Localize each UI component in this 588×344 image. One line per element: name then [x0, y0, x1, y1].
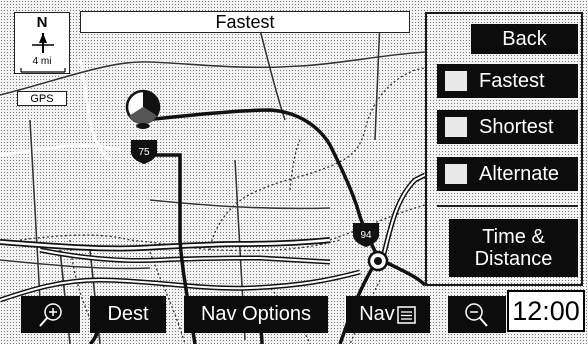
- zoom-out-button[interactable]: [448, 296, 506, 333]
- nav-options-label: Nav Options: [200, 303, 312, 325]
- nav-options-button[interactable]: Nav Options: [184, 296, 328, 333]
- back-button[interactable]: Back: [471, 24, 578, 54]
- svg-text:94: 94: [360, 230, 372, 241]
- time-distance-line2: Distance: [474, 248, 553, 270]
- vehicle-position-icon: [125, 89, 161, 129]
- zoom-in-button[interactable]: [21, 296, 80, 333]
- checkbox-shortest[interactable]: [445, 117, 467, 137]
- route-option-label: Shortest: [479, 115, 554, 138]
- route-option-alternate[interactable]: Alternate: [437, 157, 578, 191]
- svg-text:75: 75: [138, 147, 150, 158]
- dest-button[interactable]: Dest: [90, 296, 166, 333]
- dest-label: Dest: [107, 303, 149, 325]
- shield-75: 75: [131, 140, 157, 164]
- scale-label: 4 mi: [32, 56, 52, 67]
- route-option-label: Fastest: [479, 69, 545, 92]
- route-option-fastest[interactable]: Fastest: [437, 64, 578, 98]
- list-icon: [397, 305, 416, 324]
- time-distance-line1: Time &: [482, 226, 545, 248]
- nav-label: Nav: [359, 303, 395, 325]
- checkbox-fastest[interactable]: [445, 71, 467, 91]
- zoom-in-icon: [38, 302, 62, 327]
- destination-marker: [367, 250, 389, 272]
- route-option-label: Alternate: [479, 162, 560, 185]
- clock-display[interactable]: 12:00: [507, 290, 585, 332]
- route-mode-title: Fastest: [80, 11, 410, 33]
- nav-screen: 75 94 Fastest N 4 mi GPS Back Fastest Sh…: [0, 0, 588, 344]
- gps-indicator: GPS: [17, 91, 67, 106]
- compass-scale-box[interactable]: N 4 mi: [14, 12, 70, 74]
- shield-94: 94: [353, 223, 379, 247]
- back-label: Back: [502, 27, 547, 50]
- time-distance-button[interactable]: Time & Distance: [449, 219, 578, 277]
- checkbox-alternate[interactable]: [445, 164, 467, 184]
- zoom-out-icon: [465, 302, 488, 327]
- route-option-shortest[interactable]: Shortest: [437, 110, 578, 144]
- panel-divider: [437, 205, 578, 207]
- nav-button[interactable]: Nav: [346, 296, 430, 333]
